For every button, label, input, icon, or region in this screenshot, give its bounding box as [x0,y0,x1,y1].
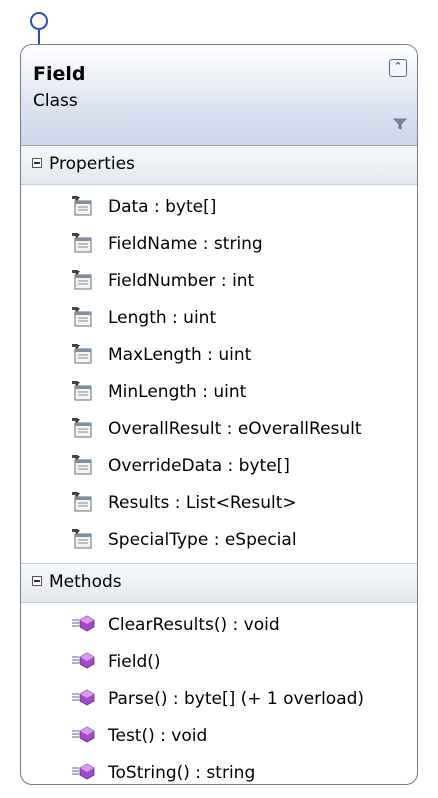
property-icon [71,528,95,556]
collapse-chevron-icon[interactable]: ⌃ [389,59,407,77]
property-row-label: FieldNumber : int [108,271,255,291]
method-row-label: ToString() : string [108,763,256,783]
method-icon [71,613,97,637]
property-row-label: MaxLength : uint [108,345,252,365]
property-row-label: Length : uint [108,308,217,328]
property-row-label: Data : byte[] [108,197,217,217]
property-row[interactable]: Length : uint [21,300,417,337]
collapse-expander-icon[interactable] [32,576,42,586]
filter-icon[interactable] [393,117,407,131]
method-row-label: ClearResults() : void [108,615,280,635]
properties-list: Data : byte[] FieldName : string FieldNumb… [21,185,417,563]
property-row[interactable]: SpecialType : eSpecial [21,522,417,559]
class-kind: Class [33,91,78,111]
property-row[interactable]: MinLength : uint [21,374,417,411]
property-row-label: SpecialType : eSpecial [108,530,297,550]
method-row-label: Field() [108,652,161,672]
property-icon [71,343,95,371]
property-icon [71,306,95,334]
property-row[interactable]: OverallResult : eOverallResult [21,411,417,448]
method-icon [71,724,97,748]
property-row[interactable]: FieldName : string [21,226,417,263]
method-row-label: Test() : void [108,726,208,746]
properties-section-header[interactable]: Properties [21,146,417,185]
collapse-expander-icon[interactable] [32,158,42,168]
property-row-label: OverallResult : eOverallResult [108,419,362,439]
methods-label: Methods [49,572,122,592]
property-row-label: OverrideData : byte[] [108,456,290,476]
property-row[interactable]: FieldNumber : int [21,263,417,300]
method-row[interactable]: ToString() : string [21,755,417,784]
interface-lollipop-icon [30,12,48,30]
property-icon [71,454,95,482]
method-icon [71,761,97,784]
class-header: Field Class ⌃ [21,45,417,146]
method-icon [71,650,97,674]
property-row[interactable]: Results : List<Result> [21,485,417,522]
methods-section-header[interactable]: Methods [21,563,417,603]
property-row-label: MinLength : uint [108,382,247,402]
methods-list: ClearResults() : void Field() Parse() : by… [21,603,417,784]
method-row[interactable]: ClearResults() : void [21,607,417,644]
property-row[interactable]: OverrideData : byte[] [21,448,417,485]
method-row[interactable]: Field() [21,644,417,681]
class-shape[interactable]: Field Class ⌃ Properties Data : byte[] Fi… [20,44,418,785]
class-name: Field [33,63,86,85]
property-icon [71,195,95,223]
property-icon [71,491,95,519]
property-icon [71,269,95,297]
property-icon [71,417,95,445]
property-icon [71,232,95,260]
method-row-label: Parse() : byte[] (+ 1 overload) [108,689,365,709]
method-row[interactable]: Test() : void [21,718,417,755]
property-row-label: FieldName : string [108,234,263,254]
properties-label: Properties [49,154,135,174]
property-row-label: Results : List<Result> [108,493,297,513]
property-row[interactable]: MaxLength : uint [21,337,417,374]
method-row[interactable]: Parse() : byte[] (+ 1 overload) [21,681,417,718]
property-icon [71,380,95,408]
property-row[interactable]: Data : byte[] [21,189,417,226]
method-icon [71,687,97,711]
